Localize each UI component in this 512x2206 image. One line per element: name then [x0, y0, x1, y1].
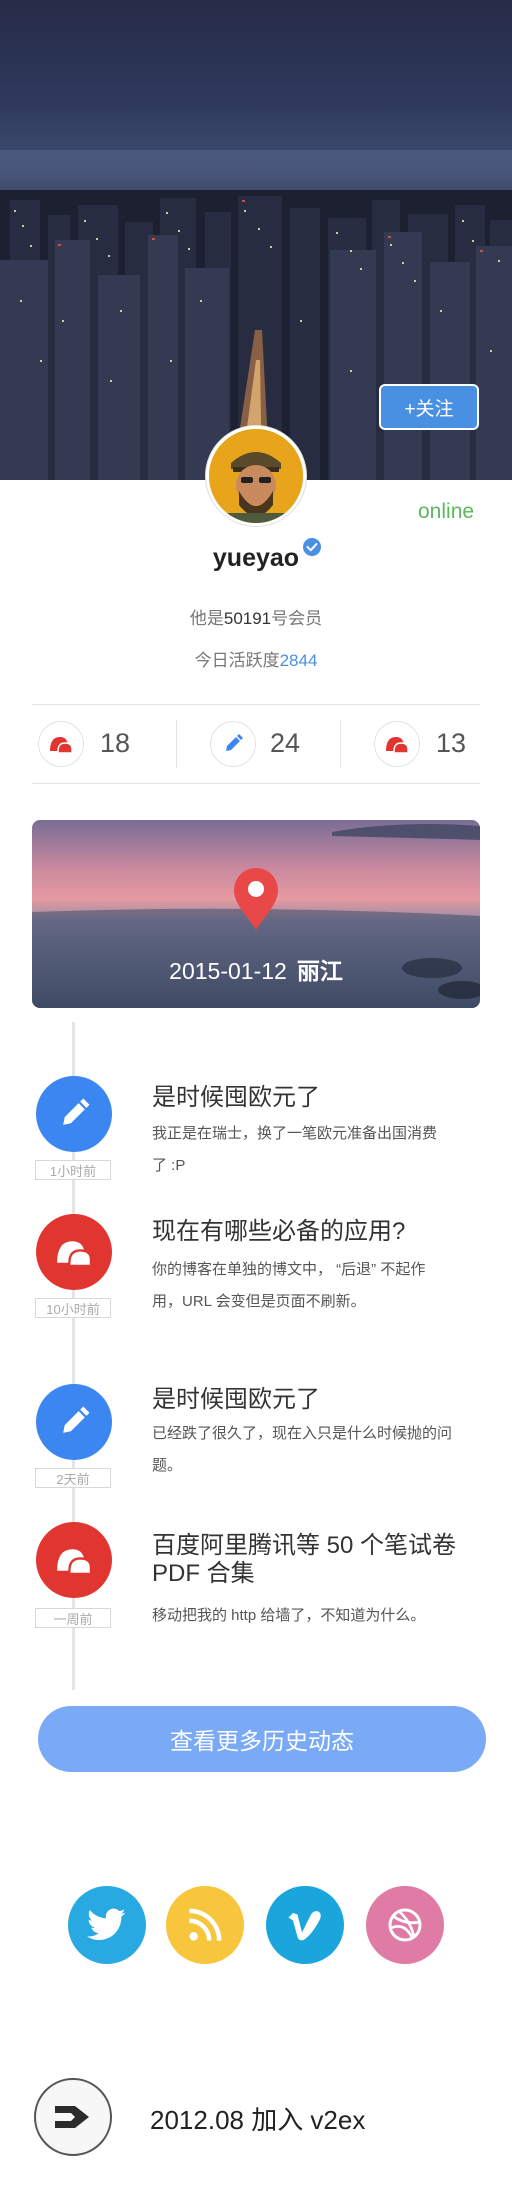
location-date: 2015-01-12 — [169, 958, 287, 984]
stats-separator — [340, 720, 341, 768]
pencil-icon — [63, 1098, 90, 1125]
timeline-desc: 你的博客在单独的博文中， “后退” 不起作 用，URL 会变但是页面不刷新。 — [152, 1254, 472, 1318]
speech-bubble-icon — [386, 737, 409, 754]
member-number: 50191 — [223, 609, 272, 628]
stats-separator — [176, 720, 177, 768]
divider — [32, 704, 480, 705]
member-prefix: 他是 — [189, 609, 224, 628]
verified-badge-icon — [301, 536, 323, 558]
member-suffix: 号会员 — [271, 609, 323, 628]
timeline-desc-line: 已经跌了很久了，现在入只是什么时候抛的问 — [152, 1425, 453, 1442]
more-history-button[interactable]: 查看更多历史动态 — [38, 1706, 486, 1772]
rss-icon — [189, 1908, 222, 1941]
rss-button[interactable] — [166, 1886, 244, 1964]
timeline-desc-line: 移动把我的 http 给墙了，不知道为什么。 — [152, 1607, 426, 1624]
dribbble-icon — [388, 1908, 422, 1942]
online-status: online — [418, 500, 475, 523]
posts-count: 24 — [270, 728, 301, 758]
member-info: 他是50191号会员 — [0, 604, 512, 629]
timeline-desc-line: 了 :P — [152, 1157, 186, 1174]
timeline-reply-icon[interactable] — [36, 1214, 112, 1290]
pencil-icon — [226, 734, 243, 751]
timeline-desc-line: 我正是在瑞士，换了一笔欧元准备出国消费 — [152, 1125, 438, 1142]
posts-stat-button[interactable] — [210, 721, 256, 767]
timeline-desc: 移动把我的 http 给墙了，不知道为什么。 — [152, 1600, 472, 1632]
timeline-post-icon[interactable] — [36, 1384, 112, 1460]
timeline-line — [72, 1022, 75, 1076]
replies-stat-button[interactable] — [374, 721, 420, 767]
topics-stat-button[interactable] — [38, 721, 84, 767]
timeline-time: 一周前 — [35, 1608, 111, 1628]
speech-bubble-icon — [50, 737, 73, 754]
map-pin-icon — [232, 866, 280, 932]
timeline-title[interactable]: 是时候囤欧元了 — [152, 1084, 482, 1112]
avatar[interactable] — [206, 426, 306, 526]
speech-bubble-icon — [57, 1241, 93, 1267]
activity-value[interactable]: 2844 — [280, 651, 318, 670]
timeline-title[interactable]: 百度阿里腾讯等 50 个笔试卷 PDF 合集 — [152, 1532, 482, 1588]
activity-label: 今日活跃度 — [194, 651, 280, 670]
follow-button[interactable]: +关注 — [379, 384, 479, 430]
timeline-title-line: 百度阿里腾讯等 50 个笔试卷 — [152, 1532, 457, 1559]
join-date-text: 2012.08 加入 v2ex — [150, 2105, 366, 2135]
activity-info: 今日活跃度2844 — [0, 646, 512, 671]
twitter-button[interactable] — [68, 1886, 146, 1964]
vimeo-icon — [288, 1911, 321, 1941]
timeline-title-line: PDF 合集 — [152, 1560, 255, 1587]
timeline-post-icon[interactable] — [36, 1076, 112, 1152]
speech-bubble-icon — [57, 1549, 93, 1575]
arrow-right-icon — [55, 2106, 89, 2128]
username[interactable]: yueyao — [0, 544, 512, 573]
vimeo-button[interactable] — [266, 1886, 344, 1964]
join-icon — [34, 2078, 112, 2156]
timeline-time: 1小时前 — [35, 1160, 111, 1180]
timeline-reply-icon[interactable] — [36, 1522, 112, 1598]
replies-count: 13 — [436, 728, 467, 758]
timeline-time: 10小时前 — [35, 1298, 111, 1318]
timeline-time: 2天前 — [35, 1468, 111, 1488]
timeline-title[interactable]: 现在有哪些必备的应用? — [152, 1218, 482, 1246]
dribbble-button[interactable] — [366, 1886, 444, 1964]
timeline-desc-line: 你的博客在单独的博文中， “后退” 不起作 — [152, 1261, 426, 1278]
twitter-icon — [87, 1908, 126, 1940]
timeline-title[interactable]: 是时候囤欧元了 — [152, 1386, 482, 1414]
location-city: 丽江 — [296, 958, 343, 984]
location-label: 2015-01-12 丽江 — [32, 952, 480, 986]
timeline-desc: 已经跌了很久了，现在入只是什么时候抛的问 题。 — [152, 1418, 472, 1482]
topics-count: 18 — [100, 728, 131, 758]
timeline-desc-line: 用，URL 会变但是页面不刷新。 — [152, 1293, 366, 1310]
timeline-desc: 我正是在瑞士，换了一笔欧元准备出国消费 了 :P — [152, 1118, 472, 1182]
pencil-icon — [63, 1406, 90, 1433]
divider — [32, 783, 480, 784]
timeline-desc-line: 题。 — [152, 1457, 183, 1474]
